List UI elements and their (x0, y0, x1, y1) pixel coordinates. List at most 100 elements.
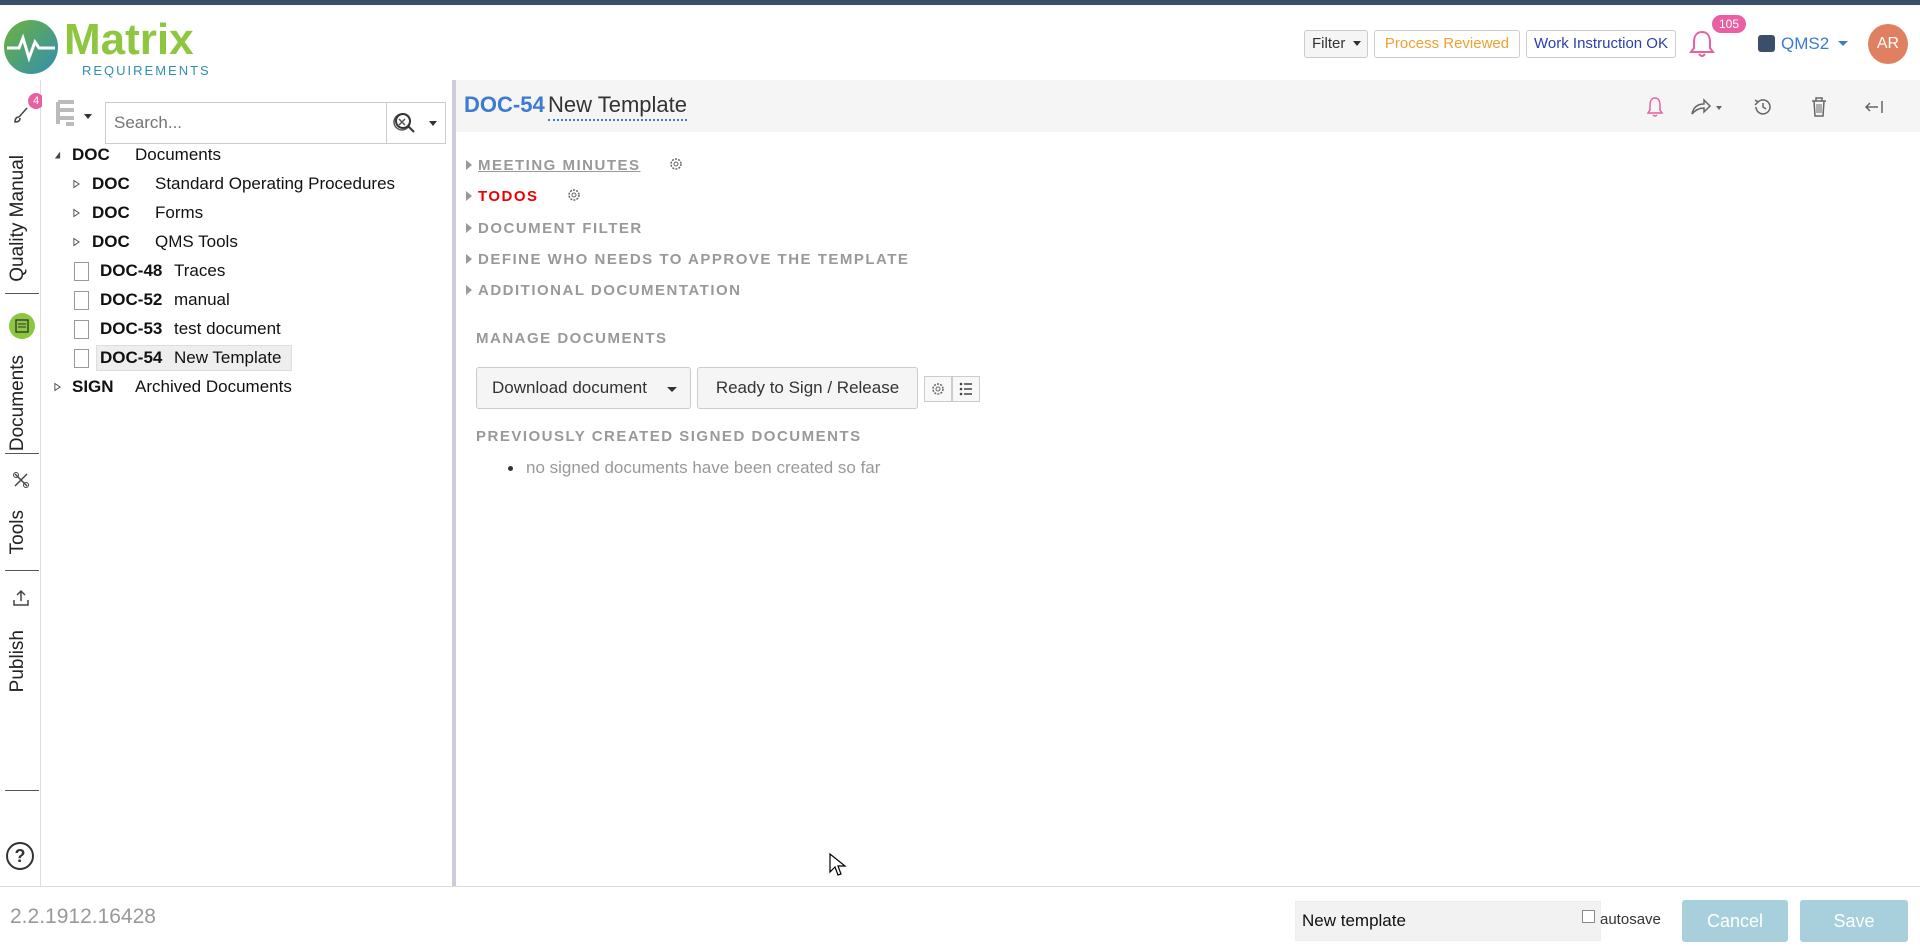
expanded-triangle-icon[interactable] (54, 150, 61, 160)
tree-item-code: DOC (92, 232, 130, 251)
cancel-button[interactable]: Cancel (1682, 900, 1788, 942)
mouse-cursor-icon (829, 852, 847, 876)
autosave-checkbox[interactable] (1582, 910, 1595, 923)
upload-icon (11, 588, 33, 610)
gear-icon[interactable] (566, 187, 582, 203)
section-label: MEETING MINUTES (478, 157, 641, 174)
tree-item-code: DOC-48 (100, 261, 163, 280)
manage-documents-title: MANAGE DOCUMENTS (476, 330, 668, 347)
download-label: Download document (492, 378, 647, 397)
no-signed-documents-text: no signed documents have been created so… (526, 458, 881, 477)
tab-label: Documents (7, 355, 28, 452)
tree-item-code: DOC-52 (100, 290, 163, 309)
filter-label: Filter (1312, 35, 1346, 52)
section-todos[interactable]: TODOS (466, 187, 582, 207)
tree-row[interactable]: DOC-52 manual (42, 287, 452, 313)
tree-item-name: Traces (174, 261, 226, 280)
tree-item-name: manual (174, 290, 230, 309)
tree-item-name: Documents (135, 145, 221, 164)
tree-row[interactable]: DOC Forms (42, 200, 452, 226)
search-box (105, 102, 446, 144)
notifications-bell-icon[interactable] (1688, 29, 1716, 59)
save-button[interactable]: Save (1800, 900, 1908, 942)
delete-icon[interactable] (1806, 94, 1832, 120)
project-selector[interactable]: QMS2 (1758, 32, 1848, 56)
footer: 2.2.1912.16428 autosave Cancel Save (0, 886, 1920, 946)
tree-item-code: DOC-54 (100, 348, 163, 367)
collapsed-triangle-icon[interactable] (73, 179, 80, 189)
main-panel: DOC-54 New Template MEETING MINUTES TODO… (456, 80, 1920, 886)
document-header: DOC-54 New Template (456, 80, 1920, 132)
tree-item-code: DOC (92, 174, 130, 193)
tree-panel: DOC Documents DOC Standard Operating Pro… (42, 80, 452, 886)
vertical-tabs: Quality Manual 4 Documents Tools Publish… (0, 80, 44, 886)
tab-separator (5, 293, 39, 294)
share-icon[interactable] (1688, 94, 1728, 120)
tree-row[interactable]: DOC QMS Tools (42, 229, 452, 255)
project-color-icon (1758, 35, 1775, 52)
search-button[interactable] (386, 103, 446, 143)
tree-item-name: QMS Tools (155, 232, 238, 251)
section-label: ADDITIONAL DOCUMENTATION (478, 282, 742, 299)
section-additional-documentation[interactable]: ADDITIONAL DOCUMENTATION (466, 281, 741, 301)
expand-triangle-icon (466, 223, 472, 233)
collapse-panel-icon[interactable] (1862, 94, 1888, 120)
filter-button[interactable]: Filter (1304, 30, 1368, 58)
expand-triangle-icon (466, 191, 472, 201)
tree-item-code: DOC (72, 145, 110, 164)
tab-label: Publish (7, 630, 28, 693)
tab-quality-manual[interactable]: Quality Manual (5, 95, 39, 295)
matrix-logo[interactable]: Matrix REQUIREMENTS (4, 15, 214, 80)
search-input[interactable] (106, 103, 346, 143)
tree-row[interactable]: DOC Documents (42, 142, 452, 168)
section-meeting-minutes[interactable]: MEETING MINUTES (466, 156, 684, 176)
document-icon (74, 320, 89, 339)
user-avatar[interactable]: AR (1868, 24, 1908, 64)
tree-item-code: DOC-53 (100, 319, 163, 338)
tools-icon (11, 470, 33, 492)
expand-triangle-icon (466, 254, 472, 264)
header: Matrix REQUIREMENTS Filter Process Revie… (0, 5, 1920, 80)
documents-icon (9, 313, 35, 339)
section-approvers[interactable]: DEFINE WHO NEEDS TO APPROVE THE TEMPLATE (466, 250, 909, 270)
collapsed-triangle-icon[interactable] (73, 237, 80, 247)
tree-row[interactable]: DOC Standard Operating Procedures (42, 171, 452, 197)
tree-row-selected[interactable]: DOC-54 New Template (42, 345, 452, 371)
tree-item-name: Archived Documents (135, 377, 292, 396)
tree-toolbar (42, 90, 452, 144)
tree-row[interactable]: DOC-53 test document (42, 316, 452, 342)
document-icon (74, 262, 89, 281)
document-title[interactable]: New Template (548, 92, 687, 121)
tree-item-code: SIGN (72, 377, 114, 396)
tab-label: Tools (7, 510, 28, 555)
tab-publish[interactable]: Publish (5, 580, 39, 795)
tree-item-name: test document (174, 319, 281, 338)
tab-separator (5, 453, 39, 454)
history-icon[interactable] (1750, 94, 1776, 120)
tree-row[interactable]: SIGN Archived Documents (42, 374, 452, 400)
help-icon[interactable]: ? (6, 842, 34, 870)
document-icon (74, 291, 89, 310)
logo-text: Matrix (64, 15, 194, 64)
tree-view-menu-button[interactable] (54, 98, 98, 128)
process-reviewed-button[interactable]: Process Reviewed (1374, 30, 1520, 58)
tree-item-code: DOC (92, 203, 130, 222)
download-document-button[interactable]: Download document (476, 367, 691, 409)
document-icon (74, 349, 89, 368)
section-label: DEFINE WHO NEEDS TO APPROVE THE TEMPLATE (478, 251, 910, 268)
expand-triangle-icon (466, 160, 472, 170)
collapsed-triangle-icon[interactable] (54, 382, 61, 392)
tree-row[interactable]: DOC-48 Traces (42, 258, 452, 284)
work-instruction-ok-button[interactable]: Work Instruction OK (1526, 30, 1676, 58)
save-comment-input[interactable] (1302, 902, 1502, 940)
list-view-button[interactable] (952, 376, 980, 402)
collapsed-triangle-icon[interactable] (73, 208, 80, 218)
section-document-filter[interactable]: DOCUMENT FILTER (466, 219, 643, 239)
notification-count-badge: 105 (1712, 15, 1746, 33)
gear-icon[interactable] (668, 156, 684, 172)
watch-bell-icon[interactable] (1642, 94, 1668, 120)
previous-signed-title: PREVIOUSLY CREATED SIGNED DOCUMENTS (476, 428, 862, 445)
settings-gear-button[interactable] (924, 376, 952, 402)
expand-triangle-icon (466, 285, 472, 295)
ready-to-sign-button[interactable]: Ready to Sign / Release (697, 367, 918, 409)
